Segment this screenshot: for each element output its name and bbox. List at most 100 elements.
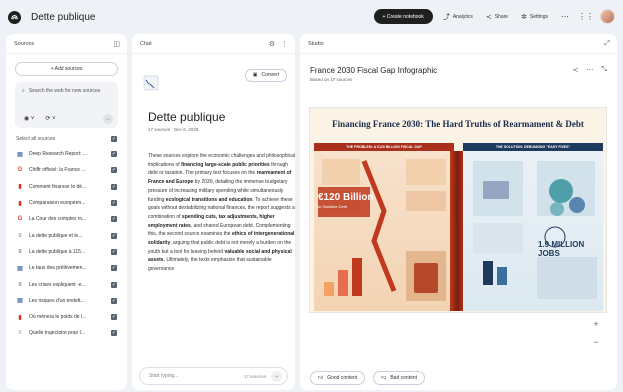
web-search-box[interactable]: ⌕ Search the web for new sources ◉ ˅ ⟳ ˅ … xyxy=(15,82,118,128)
notebooklm-logo-icon[interactable] xyxy=(8,10,21,24)
search-submit-icon[interactable]: → xyxy=(103,114,113,124)
settings-button[interactable]: ✲ Settings xyxy=(518,13,551,21)
studio-header: Studio ⤢ xyxy=(300,34,617,54)
apps-grid-icon[interactable]: ⋮⋮ xyxy=(578,10,594,24)
summary-highlight: ecological transitions and education xyxy=(165,196,253,203)
collapse-icon[interactable]: ⤢ xyxy=(604,40,610,48)
source-item-label: Comment financer le dé... xyxy=(29,183,87,190)
studio-title-label: Studio xyxy=(308,40,324,47)
source-item-label: Le taux des prélèvemen... xyxy=(29,265,87,272)
checkbox-icon[interactable]: ✓ xyxy=(111,297,117,304)
infographic-heading: Financing France 2030: The Hard Truths o… xyxy=(332,119,584,129)
analytics-label: Analytics xyxy=(452,13,473,20)
bar xyxy=(352,258,362,296)
source-item[interactable]: ▤ Les risques d'un endett... ✓ xyxy=(6,293,127,309)
source-item-label: La dette publique à 115... xyxy=(29,248,86,255)
summary-highlight: financing large-scale public priorities xyxy=(181,161,270,168)
send-icon[interactable]: → xyxy=(271,370,282,382)
source-item[interactable]: ▤ Deep Research Report: ... ✓ xyxy=(6,146,127,162)
infographic-image[interactable]: Financing France 2030: The Hard Truths o… xyxy=(309,107,607,313)
source-item[interactable]: ≡ Les crises expliquent -e... ✓ xyxy=(6,276,127,292)
doc-icon: ▤ xyxy=(17,298,23,305)
bar xyxy=(338,270,348,296)
sources-list: ▤ Deep Research Report: ... ✓ G Chiffr offic… xyxy=(6,146,127,342)
convert-button[interactable]: ▣ Convert xyxy=(244,68,287,82)
checkbox-icon[interactable]: ✓ xyxy=(111,167,117,174)
chat-panel: Chat ⚙ ⋮ ▣ Convert Dette publique 17 sourc… xyxy=(132,34,295,390)
site-icon: ≡ xyxy=(18,330,22,337)
more-icon[interactable]: ⋯ xyxy=(558,10,572,24)
checkbox-icon[interactable]: ✓ xyxy=(111,281,117,288)
checkbox-icon[interactable]: ✓ xyxy=(111,136,117,142)
chat-input-placeholder: Start typing... xyxy=(149,373,179,379)
settings-label: Settings xyxy=(529,13,548,20)
source-item[interactable]: G La Cour des comptes m... ✓ xyxy=(6,211,127,227)
more-vert-icon[interactable]: ⋮ xyxy=(281,40,288,48)
share-icon: ≺ xyxy=(485,13,492,21)
source-item[interactable]: ≡ La dette publique et le... ✓ xyxy=(6,227,127,243)
good-content-label: Good content xyxy=(327,375,358,381)
source-item[interactable]: ▮ Comparaison européen... ✓ xyxy=(6,195,127,211)
site-icon: ≡ xyxy=(18,281,22,288)
pdf-icon: ▮ xyxy=(18,184,22,191)
source-item-label: Où mènera le poids de l... xyxy=(29,314,87,321)
checkbox-icon[interactable]: ✓ xyxy=(111,314,117,321)
bad-content-button[interactable]: 👎︎ Bad content xyxy=(373,371,426,385)
studio-panel: Studio ⤢ France 2030 Fiscal Gap Infograp… xyxy=(300,34,617,390)
add-sources-button[interactable]: + Add sources xyxy=(15,62,118,76)
source-item-label: Chiffr officiel: la France ... xyxy=(29,167,86,174)
notebook-title[interactable]: Dette publique xyxy=(31,12,96,23)
checkbox-icon[interactable]: ✓ xyxy=(111,216,117,223)
checkbox-icon[interactable]: ✓ xyxy=(111,232,117,239)
share-icon[interactable]: ≺ xyxy=(573,66,579,74)
tune-icon[interactable]: ⚙ xyxy=(269,40,275,48)
solution-banner: THE SOLUTION: DEBUNKING "EASY FIXES" xyxy=(463,143,603,151)
checkbox-icon[interactable]: ✓ xyxy=(111,330,117,337)
problem-banner: THE PROBLEM: A €120 BILLION FISCAL GAP xyxy=(314,143,454,151)
google-icon: G xyxy=(17,216,23,223)
notebook-heading: Dette publique xyxy=(148,110,226,124)
search-input[interactable]: Search the web for new sources xyxy=(29,88,100,95)
source-item-label: Deep Research Report: ... xyxy=(29,151,88,158)
infographic-title: France 2030 Fiscal Gap Infographic xyxy=(310,66,438,75)
fullscreen-icon[interactable]: ⤡ xyxy=(601,66,607,74)
share-button[interactable]: ≺ Share xyxy=(483,13,511,21)
sources-header: Sources ◫ xyxy=(6,34,127,54)
source-item[interactable]: ≡ La dette publique à 115... ✓ xyxy=(6,244,127,260)
checkbox-icon[interactable]: ✓ xyxy=(111,151,117,158)
good-content-button[interactable]: 👍︎ Good content xyxy=(310,371,366,385)
create-notebook-button[interactable]: + Create notebook xyxy=(373,9,433,24)
analytics-icon: ⤴ xyxy=(442,13,450,21)
select-all-row[interactable]: Select all sources ✓ xyxy=(16,136,117,142)
chat-header: Chat ⚙ ⋮ xyxy=(132,34,295,54)
collapse-panel-icon[interactable]: ◫ xyxy=(113,40,120,48)
source-item[interactable]: ▮ Où mènera le poids de l... ✓ xyxy=(6,309,127,325)
jobs-value: 1.9 MILLION JOBS xyxy=(538,240,585,258)
web-filter-chip[interactable]: ◉ ˅ xyxy=(21,114,37,123)
research-filter-chip[interactable]: ⟳ ˅ xyxy=(42,114,58,123)
notebook-meta: 17 sources · Dec 6, 2025 xyxy=(148,127,199,132)
bad-content-label: Bad content xyxy=(390,375,418,381)
checkbox-icon[interactable]: ✓ xyxy=(111,265,117,272)
zoom-out-icon[interactable]: − xyxy=(593,337,598,347)
more-icon[interactable]: ⋯ xyxy=(586,66,593,74)
doc-icon: ▤ xyxy=(17,265,23,272)
note-icon: ▣ xyxy=(252,72,258,78)
avatar[interactable] xyxy=(600,9,615,24)
select-all-label: Select all sources xyxy=(16,136,56,142)
chat-input[interactable]: Start typing... 17 sources → xyxy=(139,367,288,385)
source-item[interactable]: G Chiffr officiel: la France ... ✓ xyxy=(6,162,127,178)
checkbox-icon[interactable]: ✓ xyxy=(111,248,117,255)
source-item[interactable]: ≡ Quelle trajectoire pour l... ✓ xyxy=(6,325,127,341)
sources-panel: Sources ◫ + Add sources ⌕ Search the web … xyxy=(6,34,127,390)
source-item[interactable]: ▤ Le taux des prélèvemen... ✓ xyxy=(6,260,127,276)
checkbox-icon[interactable]: ✓ xyxy=(111,183,117,190)
settings-icon: ✲ xyxy=(521,13,527,21)
google-icon: G xyxy=(17,167,23,174)
convert-label: Convert xyxy=(261,72,279,78)
create-notebook-label: + Create notebook xyxy=(382,13,424,20)
source-item[interactable]: ▮ Comment financer le dé... ✓ xyxy=(6,179,127,195)
checkbox-icon[interactable]: ✓ xyxy=(111,200,117,207)
analytics-button[interactable]: ⤴ Analytics xyxy=(440,12,476,22)
zoom-in-icon[interactable]: + xyxy=(593,319,598,329)
